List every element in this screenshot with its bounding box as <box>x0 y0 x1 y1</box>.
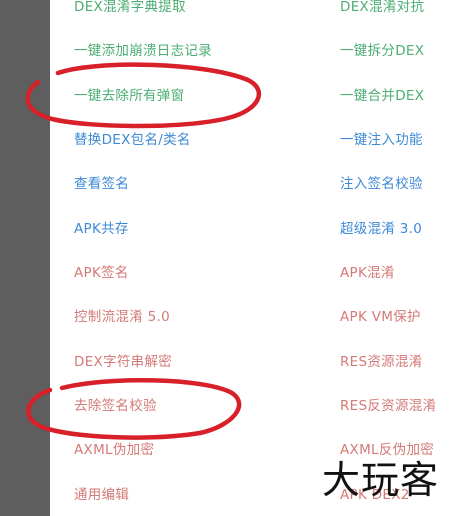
menu-item-control-flow-obfuscation[interactable]: 控制流混淆 5.0 <box>74 307 170 327</box>
menu-item-view-signature[interactable]: 查看签名 <box>74 174 129 194</box>
red-circle-annotations <box>25 62 262 440</box>
menu-item-inject-function[interactable]: 一键注入功能 <box>340 130 423 150</box>
menu-item-res-obfuscation[interactable]: RES资源混淆 <box>340 352 423 372</box>
menu-item-apk-sign[interactable]: APK签名 <box>74 263 129 283</box>
menu-item-res-deobfuscation[interactable]: RES反资源混淆 <box>340 396 436 416</box>
menu-item-apk-coexist[interactable]: APK共存 <box>74 219 129 239</box>
menu-item-dex-obfuscation-counter[interactable]: DEX混淆对抗 <box>340 0 424 17</box>
menu-item-apk-vm-protect[interactable]: APK VM保护 <box>340 307 421 327</box>
menu-item-merge-dex[interactable]: 一键合并DEX <box>340 86 424 106</box>
menu-item-inject-signature-check[interactable]: 注入签名校验 <box>340 174 423 194</box>
menu-item-remove-all-popups[interactable]: 一键去除所有弹窗 <box>74 86 184 106</box>
watermark: 大玩客 <box>322 458 440 502</box>
tool-menu-screen: DEX混淆字典提取 一键添加崩溃日志记录 一键去除所有弹窗 替换DEX包名/类名… <box>0 0 476 516</box>
menu-item-axml-fake-encrypt[interactable]: AXML伪加密 <box>74 440 154 460</box>
menu-item-replace-dex-package[interactable]: 替换DEX包名/类名 <box>74 130 191 150</box>
menu-item-dex-dict-extract[interactable]: DEX混淆字典提取 <box>74 0 186 17</box>
menu-item-super-obfuscation[interactable]: 超级混淆 3.0 <box>340 219 422 239</box>
menu-item-dex-string-decrypt[interactable]: DEX字符串解密 <box>74 352 172 372</box>
menu-item-split-dex[interactable]: 一键拆分DEX <box>340 41 424 61</box>
menu-item-general-edit[interactable]: 通用编辑 <box>74 485 129 505</box>
side-strip <box>0 0 50 516</box>
menu-item-apk-obfuscation[interactable]: APK混淆 <box>340 263 395 283</box>
menu-item-remove-signature-check[interactable]: 去除签名校验 <box>74 396 157 416</box>
menu-item-add-crash-log[interactable]: 一键添加崩溃日志记录 <box>74 41 212 61</box>
